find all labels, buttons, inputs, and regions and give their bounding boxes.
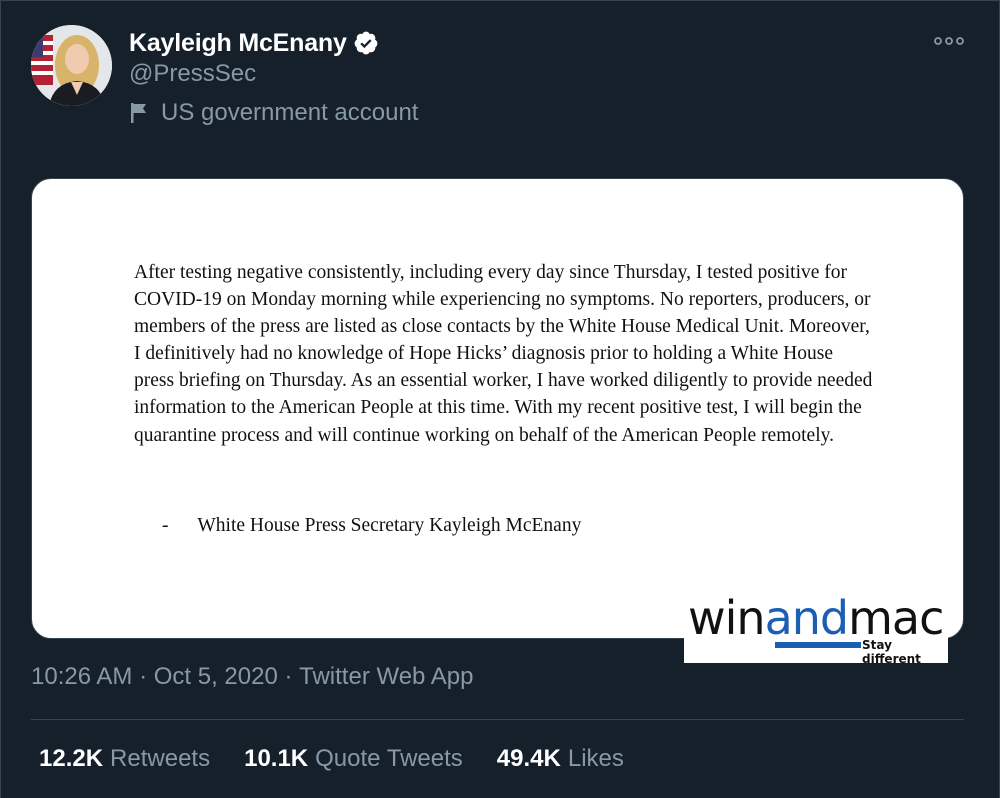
tweet-detail: Kayleigh McEnany @PressSec US government… (0, 0, 1000, 798)
author-handle[interactable]: @PressSec (129, 60, 256, 88)
watermark-tagline: Stay different (862, 638, 921, 666)
author-name-row[interactable]: Kayleigh McEnany (129, 26, 379, 60)
display-name[interactable]: Kayleigh McEnany (129, 29, 347, 58)
quote-tweets-stat[interactable]: 10.1K Quote Tweets (244, 745, 463, 773)
watermark-part-and: and (764, 591, 850, 645)
retweets-stat[interactable]: 12.2K Retweets (39, 745, 210, 773)
meta-separator: · (132, 663, 154, 690)
tweet-date[interactable]: Oct 5, 2020 (154, 663, 278, 691)
tweet-image[interactable]: After testing negative consistently, inc… (31, 178, 964, 639)
watermark-wordmark: winandmac (688, 591, 944, 645)
likes-count: 49.4K (496, 745, 561, 772)
quote-tweets-label: Quote Tweets (315, 745, 463, 772)
likes-label: Likes (567, 745, 624, 772)
more-icon (934, 37, 964, 45)
tweet-source-app[interactable]: Twitter Web App (299, 663, 473, 691)
government-account-label[interactable]: US government account (129, 99, 418, 127)
statement-text: After testing negative consistently, inc… (134, 262, 873, 446)
watermark-part-win: win (688, 591, 766, 645)
meta-separator-2: · (277, 663, 300, 690)
likes-stat[interactable]: 49.4K Likes (497, 745, 624, 773)
engagement-stats: 12.2K Retweets 10.1K Quote Tweets 49.4K Lik… (39, 745, 658, 773)
statement-signoff: - White House Press Secretary Kayleigh M… (162, 515, 582, 536)
retweets-label: Retweets (110, 745, 211, 772)
retweets-count: 12.2K (39, 745, 104, 772)
quote-tweets-count: 10.1K (244, 745, 309, 772)
government-account-text: US government account (161, 99, 419, 126)
divider (31, 719, 964, 720)
watermark-logo: winandmac Stay different (684, 588, 948, 666)
more-options-button[interactable] (929, 29, 969, 53)
tweet-timestamp: 10:26 AM · Oct 5, 2020 · Twitter Web App (31, 663, 473, 691)
profile-photo-icon (31, 25, 112, 106)
watermark-underline (775, 642, 861, 648)
avatar[interactable] (31, 25, 112, 106)
tweet-time[interactable]: 10:26 AM (31, 663, 132, 691)
verified-badge-icon (354, 31, 378, 55)
flag-icon (131, 103, 146, 123)
watermark-part-mac: mac (848, 591, 944, 645)
